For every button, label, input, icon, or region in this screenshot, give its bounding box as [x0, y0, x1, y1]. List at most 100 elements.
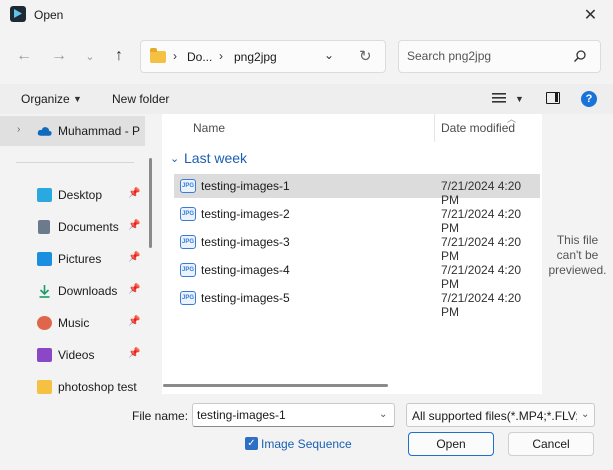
file-type-value: All supported files(*.MP4;*.FLV; [412, 409, 577, 423]
file-list: Name ︿ Date modified ⌄ Last week JPG tes… [162, 114, 542, 394]
file-row[interactable]: JPG testing-images-3 7/21/2024 4:20 PM [174, 230, 540, 263]
title-bar: Open ✕ [0, 0, 613, 30]
chevron-down-icon[interactable]: ⌄ [581, 409, 589, 420]
column-divider[interactable] [434, 114, 435, 142]
nav-pane-scrollbar[interactable] [149, 158, 152, 248]
desktop-icon [37, 188, 52, 202]
recent-locations-chevron-icon[interactable]: ⌄ [78, 44, 102, 68]
jpg-file-icon: JPG [180, 235, 196, 249]
breadcrumb-separator-icon[interactable]: › [219, 49, 223, 63]
refresh-icon[interactable]: ↻ [359, 47, 372, 65]
sidebar-item-music[interactable]: Music 📌 [0, 308, 145, 338]
new-folder-button[interactable]: New folder [112, 92, 169, 106]
file-name-label: File name: [132, 409, 189, 423]
column-header-date-modified[interactable]: Date modified [441, 121, 515, 135]
preview-message-line: can't be [556, 248, 599, 262]
group-collapse-chevron-icon[interactable]: ⌄ [170, 152, 179, 165]
sidebar-item-label: photoshop test [58, 380, 137, 394]
file-name: testing-images-3 [201, 235, 290, 249]
preview-message: This file can't be previewed. [542, 233, 613, 278]
expand-chevron-icon[interactable]: › [17, 124, 20, 135]
close-icon[interactable]: ✕ [568, 0, 613, 30]
sidebar-item-label: Downloads [58, 284, 118, 298]
sidebar-item-onedrive[interactable]: › Muhammad - P [0, 116, 145, 146]
help-icon[interactable]: ? [581, 91, 597, 107]
sidebar-item-pictures[interactable]: Pictures 📌 [0, 244, 145, 274]
file-row[interactable]: JPG testing-images-2 7/21/2024 4:20 PM [174, 202, 540, 235]
folder-icon [37, 380, 52, 394]
file-row[interactable]: JPG testing-images-4 7/21/2024 4:20 PM [174, 258, 540, 291]
file-name: testing-images-1 [201, 179, 290, 193]
address-bar[interactable]: › Do... › png2jpg ⌄ ↻ [140, 40, 386, 73]
sidebar-item-label: Pictures [58, 252, 102, 266]
view-options-icon[interactable] [492, 92, 506, 104]
sidebar-item-label: Desktop [58, 188, 103, 202]
dialog-footer: File name: ⌄ All supported files(*.MP4;*… [0, 394, 613, 470]
preview-pane: This file can't be previewed. [542, 114, 613, 394]
search-input[interactable] [407, 49, 567, 63]
onedrive-cloud-icon [37, 127, 52, 136]
column-header-name[interactable]: Name [193, 121, 225, 135]
sidebar-item-downloads[interactable]: Downloads 📌 [0, 276, 145, 306]
breadcrumb-segment[interactable]: png2jpg [234, 50, 277, 64]
breadcrumb-segment[interactable]: Do... [187, 50, 212, 64]
open-button[interactable]: Open [408, 432, 494, 456]
pin-icon: 📌 [128, 316, 141, 327]
image-sequence-label[interactable]: Image Sequence [261, 437, 352, 451]
file-row[interactable]: JPG testing-images-5 7/21/2024 4:20 PM [174, 286, 540, 319]
up-arrow-icon[interactable]: ↑ [107, 44, 131, 68]
preview-message-line: This file [556, 233, 599, 247]
view-caret-icon[interactable]: ▼ [515, 94, 524, 104]
sidebar-item-documents[interactable]: Documents 📌 [0, 212, 145, 242]
cancel-button[interactable]: Cancel [508, 432, 594, 456]
breadcrumb-separator-icon[interactable]: › [173, 49, 177, 63]
music-icon [37, 316, 52, 330]
file-type-select[interactable]: All supported files(*.MP4;*.FLV; ⌄ [406, 403, 595, 427]
file-name-input[interactable] [197, 408, 372, 422]
file-name: testing-images-4 [201, 263, 290, 277]
pin-icon: 📌 [128, 284, 141, 295]
sidebar-item-videos[interactable]: Videos 📌 [0, 340, 145, 370]
image-sequence-checkbox[interactable]: ✓ [245, 437, 258, 450]
divider [16, 162, 134, 163]
jpg-file-icon: JPG [180, 179, 196, 193]
navigation-pane: › Muhammad - P Desktop 📌 Documents 📌 Pic… [0, 114, 160, 394]
downloads-icon [39, 285, 50, 298]
address-dropdown-icon[interactable]: ⌄ [324, 48, 334, 62]
folder-icon [150, 48, 166, 63]
group-header[interactable]: Last week [184, 150, 247, 166]
file-name: testing-images-5 [201, 291, 290, 305]
command-bar: Organize ▼ New folder ▼ ? [0, 84, 613, 114]
preview-pane-icon[interactable] [546, 92, 560, 104]
organize-caret-icon[interactable]: ▼ [73, 94, 82, 104]
jpg-file-icon: JPG [180, 291, 196, 305]
pin-icon: 📌 [128, 348, 141, 359]
sidebar-item-label: Videos [58, 348, 95, 362]
jpg-file-icon: JPG [180, 263, 196, 277]
pin-icon: 📌 [128, 188, 141, 199]
chevron-down-icon[interactable]: ⌄ [379, 409, 387, 420]
organize-button[interactable]: Organize [21, 92, 70, 106]
file-list-scrollbar[interactable] [163, 384, 388, 387]
search-icon[interactable] [573, 49, 587, 63]
sidebar-item-desktop[interactable]: Desktop 📌 [0, 180, 145, 210]
jpg-file-icon: JPG [180, 207, 196, 221]
file-name: testing-images-2 [201, 207, 290, 221]
pictures-icon [37, 252, 52, 266]
search-box[interactable] [398, 40, 601, 73]
back-arrow-icon[interactable]: ← [12, 44, 36, 68]
forward-arrow-icon[interactable]: → [47, 44, 71, 68]
sidebar-item-label: Documents [58, 220, 119, 234]
window-title: Open [34, 8, 64, 22]
sidebar-item-label: Music [58, 316, 90, 330]
sidebar-item-label: Muhammad - P [58, 124, 141, 138]
app-icon [10, 6, 26, 22]
documents-icon [38, 220, 50, 234]
file-row[interactable]: JPG testing-images-1 7/21/2024 4:20 PM [174, 174, 540, 207]
videos-icon [37, 348, 52, 362]
preview-message-line: previewed. [548, 263, 607, 277]
file-date-modified: 7/21/2024 4:20 PM [441, 291, 522, 319]
pin-icon: 📌 [128, 252, 141, 263]
file-name-combobox[interactable]: ⌄ [192, 403, 395, 427]
pin-icon: 📌 [128, 220, 141, 231]
